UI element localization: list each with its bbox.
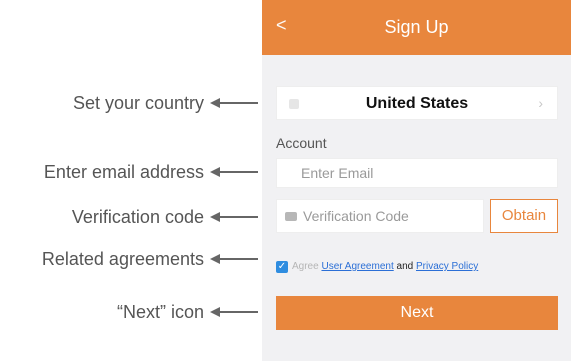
callout-enter-email: Enter email address: [0, 162, 262, 182]
header-bar: < Sign Up: [262, 0, 571, 55]
agree-and: and: [396, 261, 414, 272]
obtain-code-button[interactable]: Obtain: [490, 199, 558, 233]
email-placeholder: Enter Email: [301, 165, 374, 181]
verification-code-placeholder: Verification Code: [303, 208, 409, 224]
email-field[interactable]: Enter Email: [276, 158, 558, 188]
user-agreement-link[interactable]: User Agreement: [321, 261, 393, 272]
arrow-left-icon: [204, 207, 262, 227]
privacy-policy-link[interactable]: Privacy Policy: [416, 261, 478, 272]
verification-code-field[interactable]: Verification Code: [276, 199, 484, 233]
arrow-left-icon: [204, 162, 262, 182]
account-label: Account: [276, 135, 327, 151]
callout-related-agreements: Related agreements: [0, 249, 262, 269]
arrow-left-icon: [204, 249, 262, 269]
callout-set-country: Set your country: [0, 93, 262, 113]
callout-next-icon: “Next” icon: [0, 302, 262, 322]
lock-icon: [285, 212, 297, 221]
callout-label: Set your country: [72, 93, 204, 113]
callout-label: Verification code: [71, 207, 204, 227]
agreement-text: Agree User Agreement and Privacy Policy: [292, 259, 478, 275]
chevron-right-icon: ›: [538, 95, 543, 111]
callout-label: Enter email address: [43, 162, 204, 182]
arrow-left-icon: [204, 93, 262, 113]
signup-screen: < Sign Up United States › Account Enter …: [262, 0, 571, 361]
agree-checkbox[interactable]: ✓: [276, 261, 288, 273]
agree-prefix: Agree: [292, 261, 319, 272]
country-value: United States: [365, 95, 469, 112]
page-title: Sign Up: [384, 17, 449, 37]
next-button[interactable]: Next: [276, 296, 558, 330]
callout-verification-code: Verification code: [0, 207, 262, 227]
callout-label: “Next” icon: [116, 302, 204, 322]
arrow-left-icon: [204, 302, 262, 322]
callout-label: Related agreements: [41, 249, 204, 269]
country-selector[interactable]: United States ›: [276, 86, 558, 120]
